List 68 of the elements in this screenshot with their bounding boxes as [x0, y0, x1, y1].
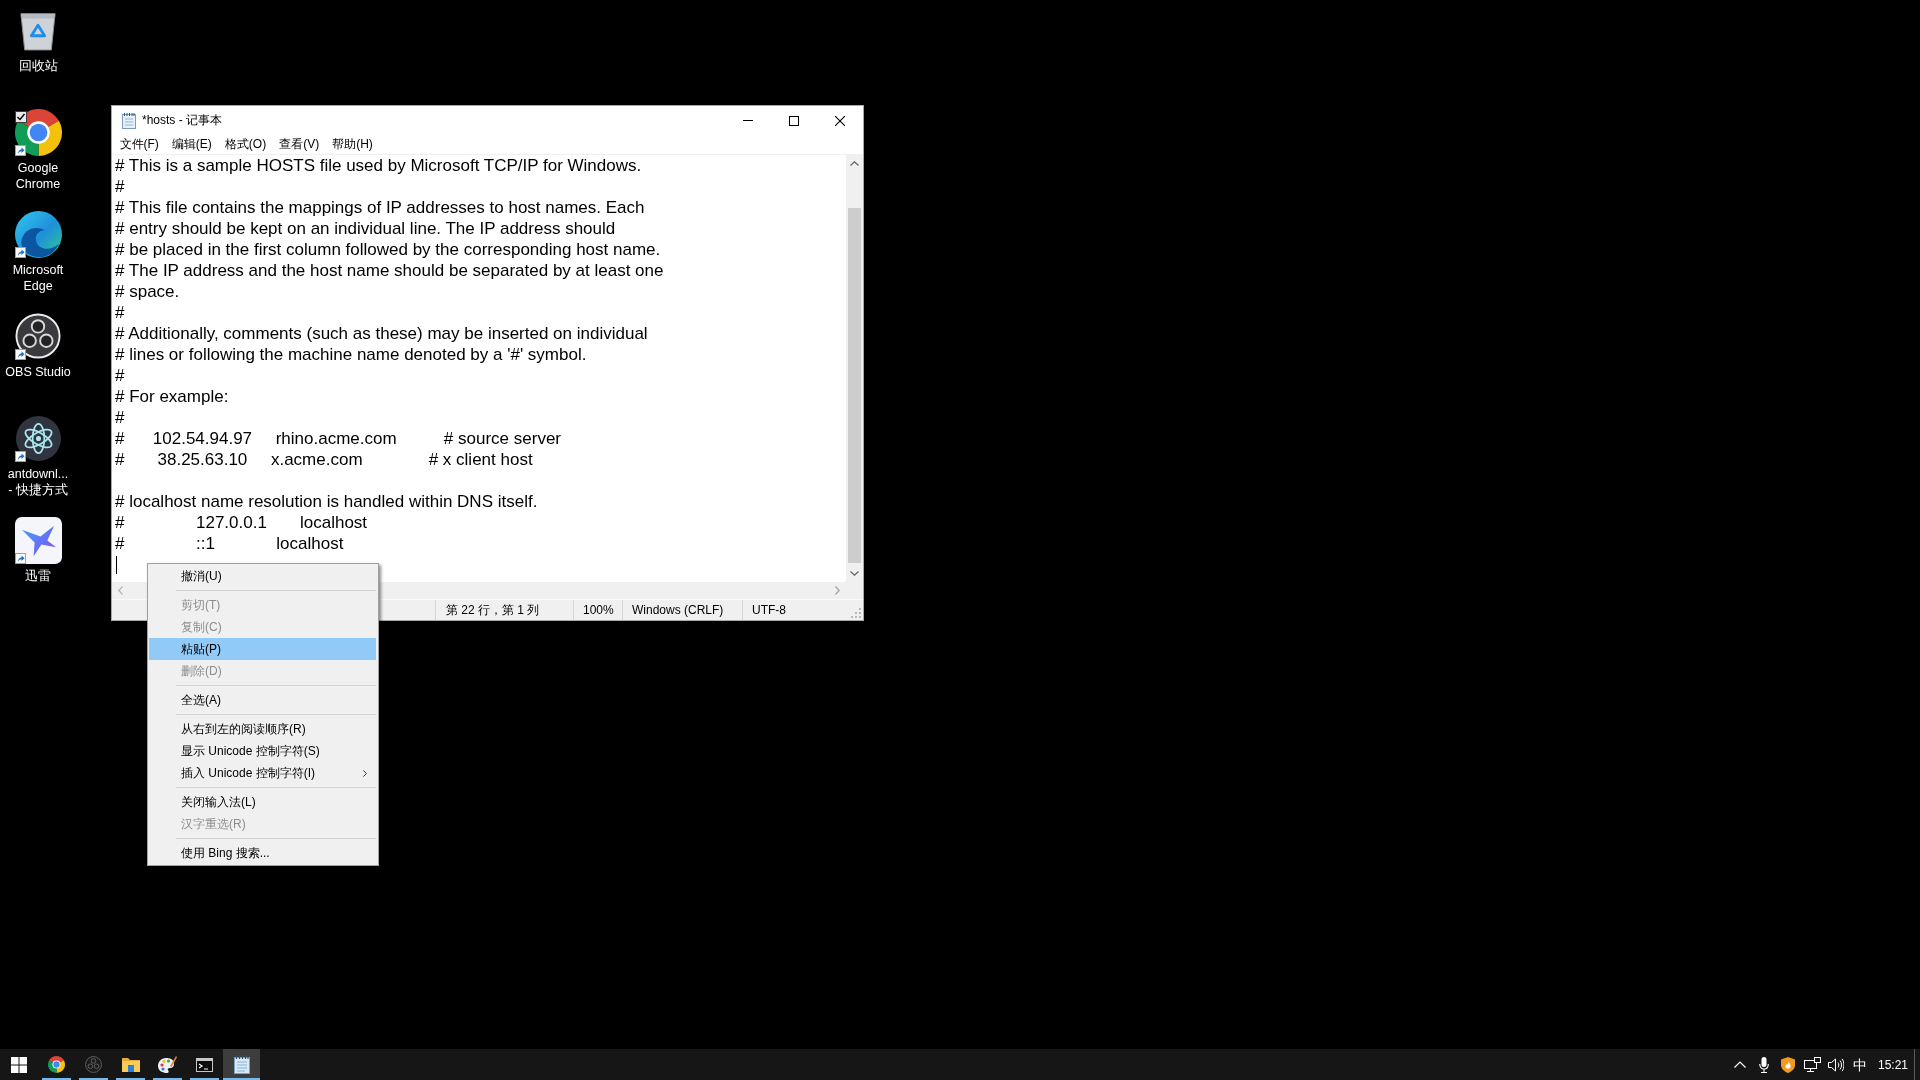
menu-item[interactable]: 编辑(E) — [165, 135, 219, 154]
menu-item[interactable]: 显示 Unicode 控制字符(S) — [149, 740, 376, 762]
text-line: # be placed in the first column followed by the corresponding host name. — [115, 239, 661, 260]
text-line: # ::1 localhost — [115, 533, 344, 554]
speaker-icon[interactable] — [1828, 1057, 1844, 1072]
text-line: # The IP address and the host name should be separated by at least one — [115, 260, 664, 281]
vertical-scrollbar[interactable] — [846, 155, 863, 582]
icon-label[interactable]: antdownl... - 快捷方式 — [7, 466, 69, 498]
minimize-icon — [743, 120, 753, 121]
menu-item[interactable]: 粘贴(P) — [149, 638, 376, 660]
text-cursor-icon — [116, 555, 117, 574]
size-grip-icon[interactable] — [851, 608, 861, 618]
text-line: # Additionally, comments (such as these) may be inserted on individual — [115, 323, 648, 344]
network-icon[interactable] — [1803, 1057, 1821, 1072]
menu-item[interactable]: 查看(V) — [272, 135, 326, 154]
text-line: # For example: — [115, 386, 229, 407]
text-line: # — [115, 365, 125, 386]
text-line: # lines or following the machine name denoted by a '#' symbol. — [115, 344, 587, 365]
text-line: # — [115, 176, 125, 197]
checkbox[interactable] — [15, 111, 27, 123]
bird-icon[interactable] — [14, 516, 62, 564]
cursor-position-text: 第 22 行，第 1 列 — [446, 601, 540, 619]
text-line: # 127.0.0.1 localhost — [115, 512, 368, 533]
encoding-text: UTF-8 — [752, 603, 786, 617]
text-line: # space. — [115, 281, 180, 302]
text-line: # This is a sample HOSTS file used by Microsoft TCP/IP for Windows. — [115, 155, 642, 176]
palette-icon[interactable] — [158, 1055, 177, 1074]
clock[interactable]: 15:21 — [1878, 1057, 1908, 1072]
icon-label[interactable]: 迅雷 — [25, 568, 51, 584]
text-line: # entry should be kept on an individual line. The IP address should — [115, 218, 616, 239]
taskbar-button[interactable] — [223, 1049, 260, 1080]
shield-icon[interactable] — [1781, 1056, 1795, 1073]
menu-item[interactable]: 撤消(U) — [149, 565, 376, 587]
notepad-icon[interactable] — [233, 1055, 250, 1074]
chrome-icon[interactable] — [48, 1056, 65, 1073]
icon-label[interactable]: OBS Studio — [5, 364, 71, 380]
chevron-up-icon[interactable] — [1734, 1061, 1746, 1068]
menu-item[interactable]: 帮助(H) — [325, 135, 380, 154]
icon-label[interactable]: Microsoft Edge — [12, 262, 64, 294]
windows-logo-icon — [11, 1056, 27, 1073]
menu-item[interactable]: 关闭输入法(L) — [149, 791, 376, 813]
terminal-icon[interactable] — [196, 1057, 213, 1072]
atom-icon[interactable] — [14, 414, 62, 462]
menu-item[interactable]: 文件(F) — [113, 135, 166, 154]
edge-icon[interactable] — [14, 210, 62, 258]
close-icon — [835, 115, 845, 126]
folder-icon[interactable] — [121, 1057, 140, 1072]
input-method-indicator[interactable]: 中 — [1853, 1056, 1867, 1073]
text-line: # This file contains the mappings of IP addresses to host names. Each — [115, 197, 645, 218]
text-line: # 38.25.63.10 x.acme.com # x client host — [115, 449, 533, 470]
notepad-icon — [122, 112, 136, 129]
menu-item[interactable]: 插入 Unicode 控制字符(I) — [149, 762, 376, 784]
icon-label[interactable]: 回收站 — [18, 58, 58, 74]
zoom-level-text: 100% — [583, 603, 614, 617]
menu-item[interactable]: 使用 Bing 搜索... — [149, 842, 376, 864]
menu-item[interactable]: 全选(A) — [149, 689, 376, 711]
window-title: *hosts - 记事本 — [142, 112, 222, 129]
text-line: # localhost name resolution is handled within DNS itself. — [115, 491, 538, 512]
menu-item[interactable]: 从右到左的阅读顺序(R) — [149, 718, 376, 740]
maximize-icon — [789, 115, 799, 126]
icon-label[interactable]: Google Chrome — [15, 160, 61, 192]
menu-item[interactable]: 格式(O) — [218, 135, 273, 154]
scrollbar-thumb[interactable] — [848, 208, 861, 563]
line-ending-text: Windows (CRLF) — [632, 603, 724, 617]
microphone-icon[interactable] — [1759, 1056, 1769, 1073]
text-line: # 102.54.94.97 rhino.acme.com # source server — [115, 428, 561, 449]
text-line: # — [115, 407, 125, 428]
text-line: # — [115, 302, 125, 323]
